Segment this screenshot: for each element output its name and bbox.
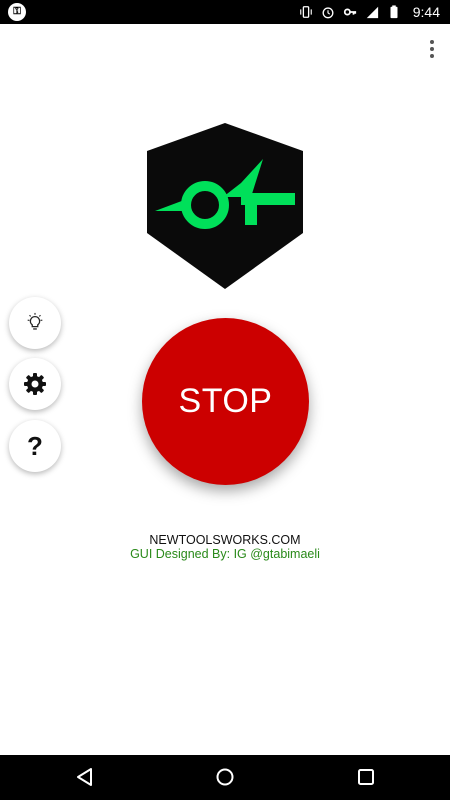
credit-site-link[interactable]: NEWTOOLSWORKS.COM [0, 533, 450, 547]
help-icon: ? [27, 430, 43, 461]
settings-button[interactable] [9, 358, 61, 410]
navigation-bar [0, 755, 450, 800]
status-time: 9:44 [412, 4, 440, 20]
alarm-icon [322, 7, 334, 19]
gear-icon [24, 373, 46, 395]
overflow-menu-button[interactable] [426, 36, 438, 62]
stop-button[interactable]: STOP [142, 318, 309, 485]
battery-icon [390, 5, 398, 19]
home-icon[interactable] [215, 767, 235, 787]
vpn-key-icon [343, 8, 356, 16]
back-icon[interactable] [75, 767, 95, 787]
lightbulb-icon [27, 312, 43, 330]
credit-designer-text: GUI Designed By: IG @gtabimaeli [130, 547, 320, 561]
light-button[interactable] [9, 297, 61, 349]
more-vert-icon-dot [430, 40, 434, 44]
credits: NEWTOOLSWORKS.COM GUI Designed By: IG @g… [0, 533, 450, 561]
more-vert-icon-dot [430, 47, 434, 51]
vibrate-icon [299, 6, 312, 18]
lte-signal-icon [366, 6, 378, 19]
status-bar: ⚿ 9:44 [0, 0, 450, 24]
recents-icon[interactable] [356, 767, 376, 787]
key-notification-icon: ⚿ [8, 3, 26, 21]
help-button[interactable]: ? [9, 420, 61, 472]
status-icons: 9:44 [299, 0, 440, 24]
more-vert-icon-dot [430, 54, 434, 58]
app-logo [147, 123, 303, 289]
